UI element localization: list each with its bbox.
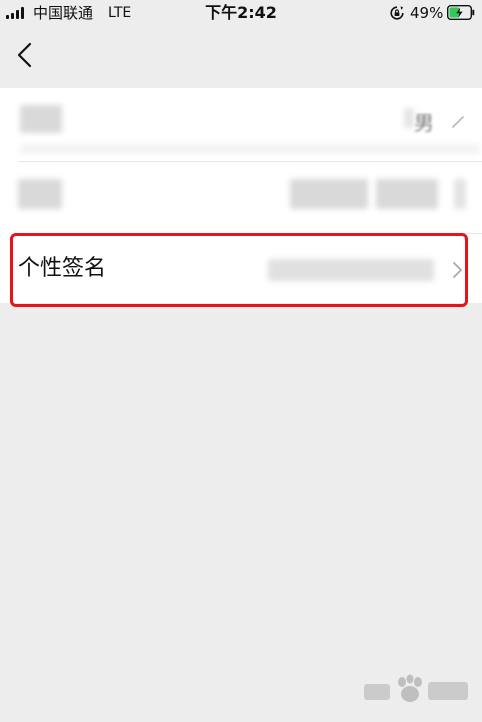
edit-icon[interactable]: [450, 114, 466, 130]
chevron-right-icon: [453, 262, 462, 278]
profile-settings-list: 男 个性签名: [0, 88, 482, 303]
blurred-value: [454, 179, 466, 209]
profile-row-signature[interactable]: 个性签名: [0, 233, 482, 303]
profile-row-gender[interactable]: 男: [0, 88, 482, 161]
battery-percent: 49%: [410, 4, 444, 22]
blurred-label: [18, 179, 62, 209]
blurred-value: [290, 179, 368, 209]
baidu-jingyan-logo: [364, 674, 468, 702]
chevron-left-icon[interactable]: [10, 38, 42, 72]
profile-row-region[interactable]: [0, 161, 482, 233]
blurred-value: [376, 179, 438, 209]
battery-icon: [447, 5, 475, 20]
nav-bar: [0, 26, 482, 86]
status-bar: 中国联通 LTE 下午2:42 49%: [0, 0, 482, 26]
rotation-lock-icon: [390, 6, 404, 20]
blurred-label: [20, 105, 62, 133]
row-value-partial: 男: [414, 111, 434, 132]
blurred-signature-value: [268, 259, 434, 281]
signature-label: 个性签名: [18, 256, 107, 281]
blurred-value: [404, 108, 414, 128]
blurred-strip: [20, 144, 480, 154]
